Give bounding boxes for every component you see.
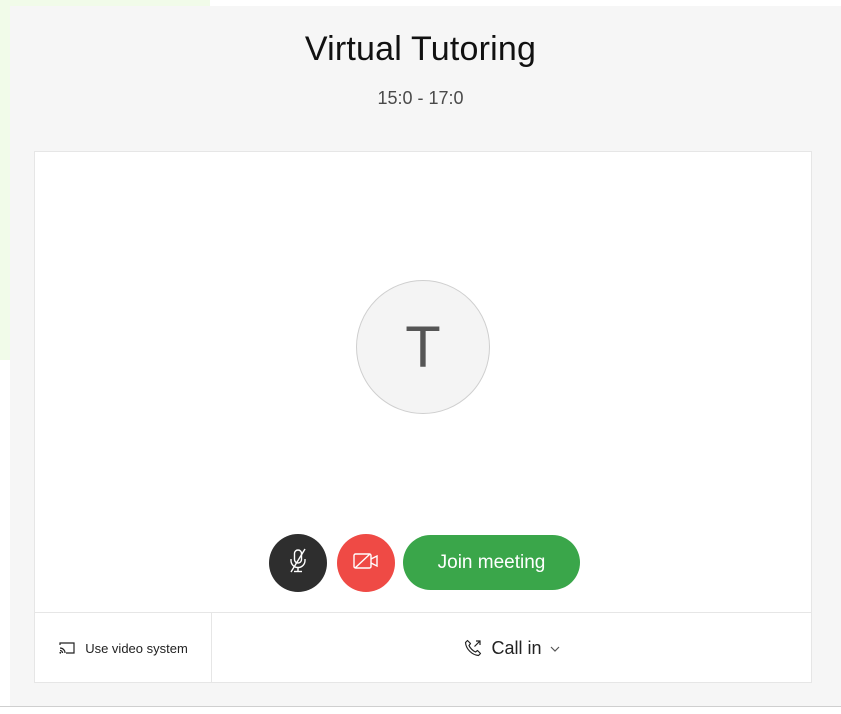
mute-button[interactable] [269,534,327,592]
use-video-system-label: Use video system [85,640,188,656]
join-meeting-button[interactable]: Join meeting [403,535,580,590]
card-footer: Use video system Call in [35,612,811,683]
video-off-icon [352,551,380,576]
meeting-time: 15:0 - 17:0 [377,88,464,108]
microphone-muted-icon [286,547,310,580]
call-in-dropdown[interactable]: Call in [212,613,811,683]
cast-icon [58,641,76,655]
preview-card: T Join meeting Use video system Call in [34,151,812,683]
avatar: T [356,280,490,414]
use-video-system-button[interactable]: Use video system [35,613,212,683]
meeting-controls: Join meeting [35,534,813,592]
meeting-title: Virtual Tutoring [304,30,537,68]
phone-outgoing-icon [463,638,483,658]
stop-video-button[interactable] [337,534,395,592]
call-in-label: Call in [491,637,542,658]
chevron-down-icon [550,646,560,652]
